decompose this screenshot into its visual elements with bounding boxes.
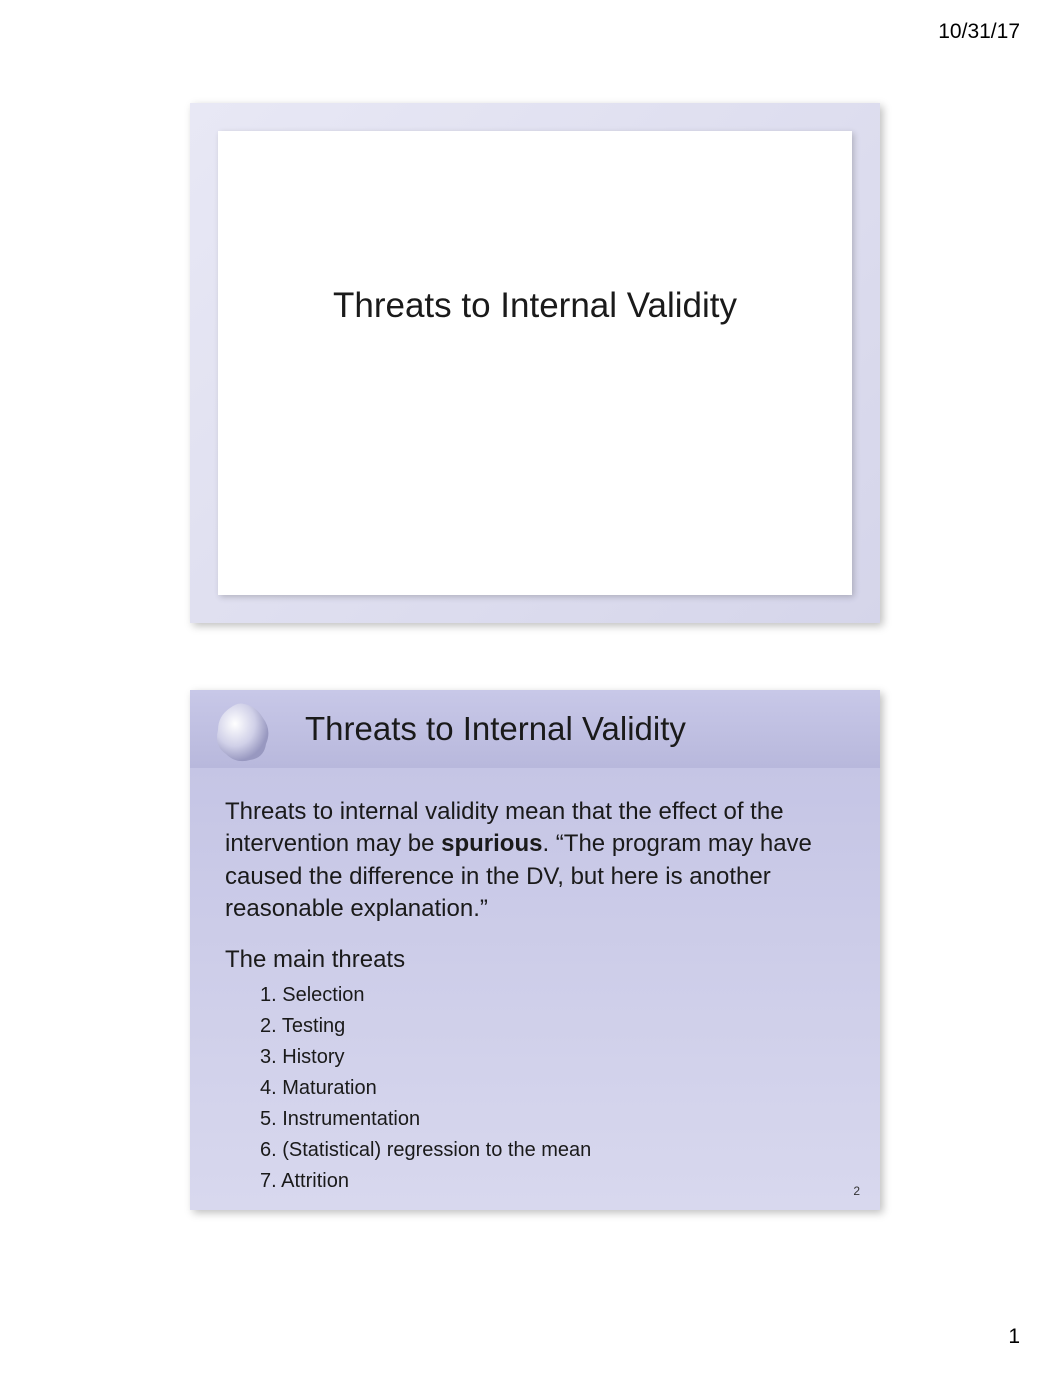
list-item: Selection bbox=[260, 980, 845, 1011]
decorative-shape-icon bbox=[208, 696, 280, 768]
paragraph-bold: spurious bbox=[441, 830, 542, 857]
page-number: 1 bbox=[1008, 1325, 1020, 1349]
list-item: History bbox=[260, 1042, 845, 1073]
slide-2-paragraph: Threats to internal validity mean that t… bbox=[225, 796, 845, 926]
list-item: Instrumentation bbox=[260, 1104, 845, 1135]
list-item: Attrition bbox=[260, 1166, 845, 1197]
threat-list: Selection Testing History Maturation Ins… bbox=[225, 980, 845, 1197]
slide-2-subhead: The main threats bbox=[225, 946, 845, 974]
slide-1-inner: Threats to Internal Validity bbox=[218, 131, 852, 595]
slide-2-number: 2 bbox=[853, 1184, 860, 1198]
list-item: (Statistical) regression to the mean bbox=[260, 1135, 845, 1166]
slide-2-title: Threats to Internal Validity bbox=[305, 710, 686, 748]
list-item: Maturation bbox=[260, 1073, 845, 1104]
slide-2: Threats to Internal Validity Threats to … bbox=[190, 690, 880, 1210]
page-date: 10/31/17 bbox=[938, 20, 1020, 44]
slide-2-body: Threats to internal validity mean that t… bbox=[190, 768, 880, 1210]
slide-1: Threats to Internal Validity bbox=[190, 103, 880, 623]
slide-1-title: Threats to Internal Validity bbox=[263, 286, 807, 326]
slide-2-header: Threats to Internal Validity bbox=[190, 690, 880, 768]
list-item: Testing bbox=[260, 1011, 845, 1042]
